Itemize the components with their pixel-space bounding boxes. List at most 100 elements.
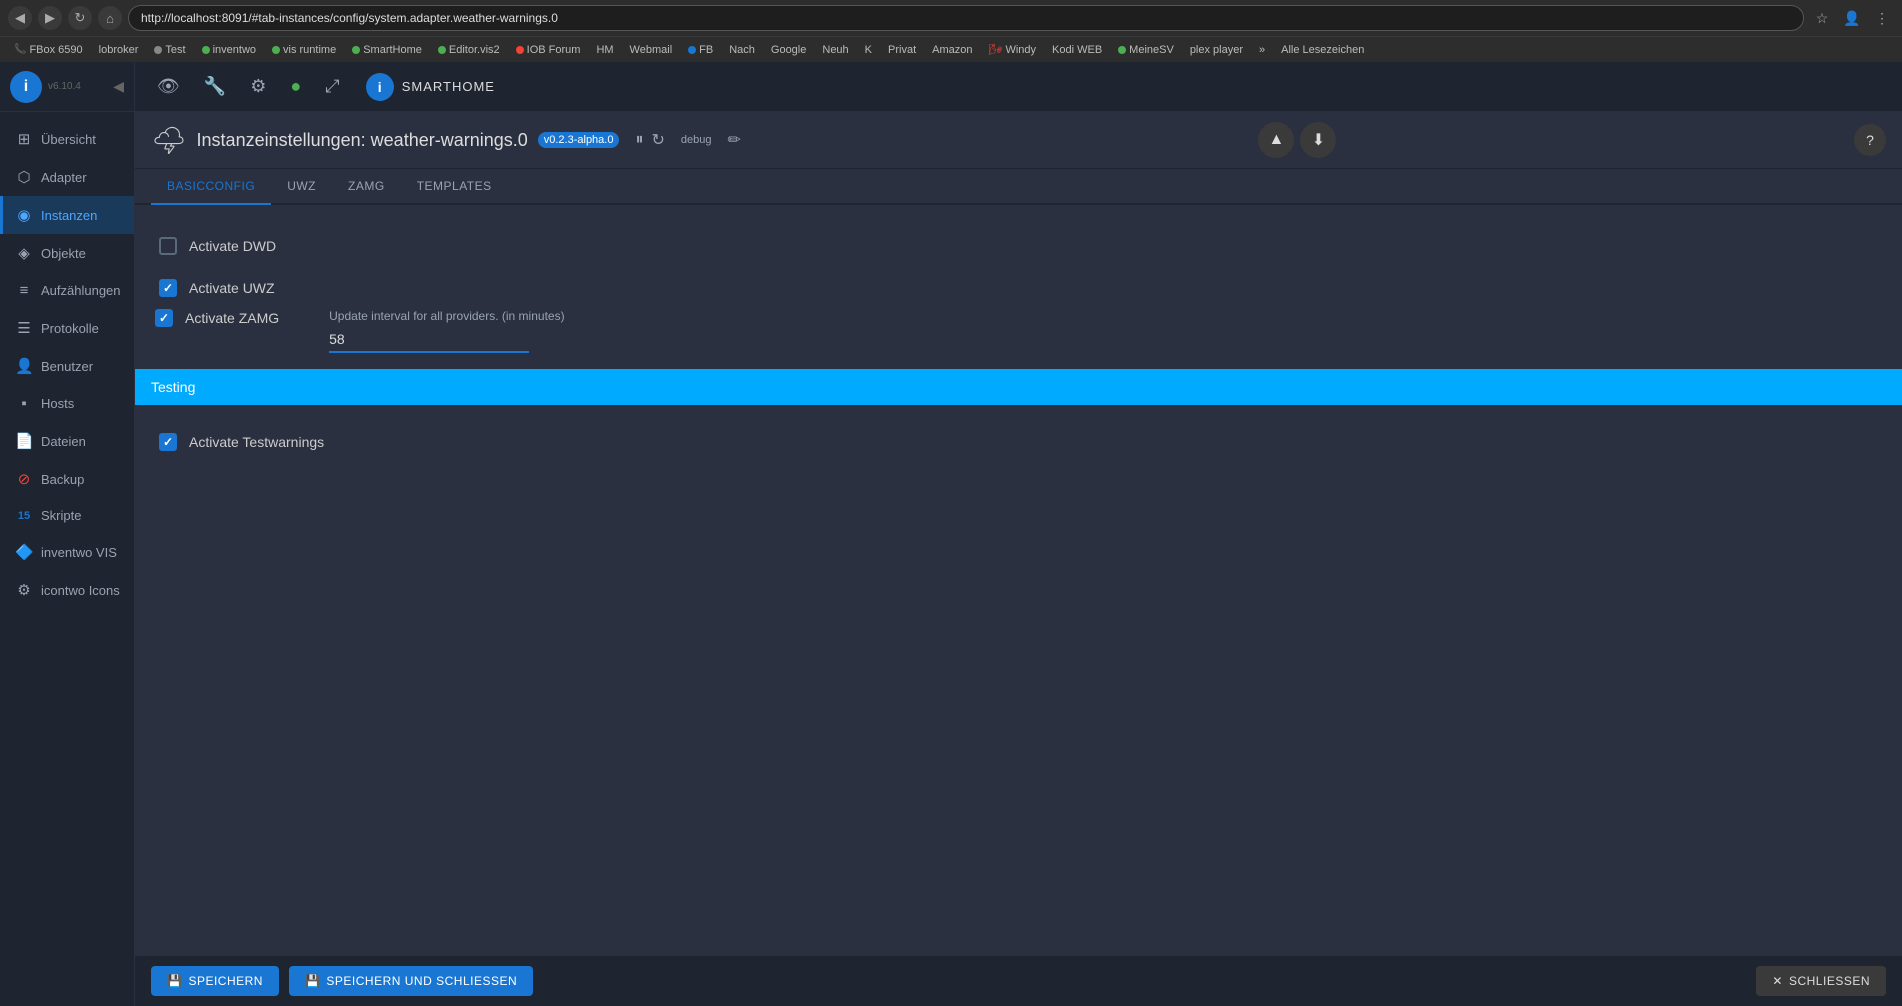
activate-zamg-checkbox[interactable] bbox=[155, 309, 173, 327]
tab-basicconfig[interactable]: BASICCONFIG bbox=[151, 169, 271, 205]
bookmark-inventwo[interactable]: inventwo bbox=[196, 42, 262, 58]
close-icon: ✕ bbox=[1772, 974, 1783, 988]
dateien-icon: 📄 bbox=[15, 432, 33, 450]
app-container: i v6.10.4 ◀ ⊞ Übersicht ⬡ Adapter ◉ Inst… bbox=[0, 62, 1902, 1006]
edit-button[interactable]: ✏ bbox=[727, 130, 740, 150]
sidebar-item-ubersicht[interactable]: ⊞ Übersicht bbox=[0, 120, 134, 158]
save-icon: 💾 bbox=[167, 974, 182, 988]
sidebar-item-icontwo-icons[interactable]: ⚙ icontwo Icons bbox=[0, 571, 134, 609]
bookmark-neuh[interactable]: Neuh bbox=[816, 42, 854, 58]
sidebar-version: v6.10.4 bbox=[48, 81, 81, 92]
sidebar-item-hosts[interactable]: ▪ Hosts bbox=[0, 385, 134, 422]
bookmark-more[interactable]: » bbox=[1253, 42, 1271, 58]
scroll-down-button[interactable]: ⬇ bbox=[1300, 122, 1336, 158]
bookmark-google[interactable]: Google bbox=[765, 42, 812, 58]
bookmark-iob-forum[interactable]: IOB Forum bbox=[510, 42, 587, 58]
instance-icon: 🌩 bbox=[151, 124, 187, 157]
activate-uwz-checkbox[interactable] bbox=[159, 279, 177, 297]
sidebar-item-label: Adapter bbox=[41, 170, 87, 185]
objekte-icon: ◈ bbox=[15, 244, 33, 262]
bookmark-nach[interactable]: Nach bbox=[723, 42, 761, 58]
save-close-button[interactable]: 💾 SPEICHERN UND SCHLIESSEN bbox=[289, 966, 533, 996]
bookmark-fb[interactable]: FB bbox=[682, 42, 719, 58]
bookmark-hm[interactable]: HM bbox=[590, 42, 619, 58]
instance-title: Instanzeinstellungen: weather-warnings.0 bbox=[197, 130, 528, 151]
brand-logo: i bbox=[366, 73, 394, 101]
help-button[interactable]: ? bbox=[1854, 124, 1886, 156]
browser-menu-btn[interactable]: ⋮ bbox=[1870, 6, 1894, 30]
refresh-button[interactable]: ↻ bbox=[651, 130, 664, 150]
bookmark-plex[interactable]: plex player bbox=[1184, 42, 1249, 58]
bookmark-test[interactable]: Test bbox=[148, 42, 191, 58]
activate-dwd-checkbox[interactable] bbox=[159, 237, 177, 255]
eye-button[interactable]: 👁 bbox=[151, 70, 186, 103]
nav-home-button[interactable]: ⌂ bbox=[98, 6, 122, 30]
bookmark-amazon[interactable]: Amazon bbox=[926, 42, 978, 58]
bookmark-webmail[interactable]: Webmail bbox=[624, 42, 679, 58]
update-interval-input[interactable] bbox=[329, 327, 529, 353]
sidebar-item-backup[interactable]: ⊘ Backup bbox=[0, 460, 134, 498]
sidebar-header: i v6.10.4 ◀ bbox=[0, 62, 134, 112]
sidebar-item-label: Übersicht bbox=[41, 132, 96, 147]
activate-testwarnings-checkbox[interactable] bbox=[159, 433, 177, 451]
icontwo-icon: ⚙ bbox=[15, 581, 33, 599]
sidebar-item-label: Aufzählungen bbox=[41, 283, 121, 298]
sidebar-collapse-button[interactable]: ◀ bbox=[113, 78, 124, 95]
bookmark-smarthome[interactable]: SmartHome bbox=[346, 42, 428, 58]
wrench-button[interactable]: 🔧 bbox=[198, 70, 232, 103]
bookmark-lobroker[interactable]: lobroker bbox=[93, 42, 145, 58]
brand-name: SMARTHOME bbox=[402, 79, 495, 94]
green-button[interactable]: ● bbox=[284, 70, 307, 103]
bookmark-k[interactable]: K bbox=[859, 42, 878, 58]
sidebar-logo: i bbox=[10, 71, 42, 103]
sidebar-item-adapter[interactable]: ⬡ Adapter bbox=[0, 158, 134, 196]
nav-refresh-button[interactable]: ↻ bbox=[68, 6, 92, 30]
url-bar[interactable]: http://localhost:8091/#tab-instances/con… bbox=[128, 5, 1804, 31]
gear-button[interactable]: ⚙ bbox=[244, 70, 272, 103]
url-text: http://localhost:8091/#tab-instances/con… bbox=[141, 11, 558, 25]
sidebar-item-label: Instanzen bbox=[41, 208, 97, 223]
testing-section-header[interactable]: Testing bbox=[135, 369, 1902, 405]
sidebar-item-dateien[interactable]: 📄 Dateien bbox=[0, 422, 134, 460]
bookmark-meine-sv[interactable]: MeineSV bbox=[1112, 42, 1180, 58]
tab-templates[interactable]: TEMPLATES bbox=[401, 169, 508, 205]
bookmark-windy[interactable]: 🌬 Windy bbox=[983, 41, 1043, 58]
sidebar-item-label: Skripte bbox=[41, 508, 81, 523]
top-toolbar: 👁 🔧 ⚙ ● ⤢ i SMARTHOME bbox=[135, 62, 1902, 112]
sidebar: i v6.10.4 ◀ ⊞ Übersicht ⬡ Adapter ◉ Inst… bbox=[0, 62, 135, 1006]
bookmark-alle[interactable]: Alle Lesezeichen bbox=[1275, 42, 1370, 58]
bookmark-editor-vis2[interactable]: Editor.vis2 bbox=[432, 42, 506, 58]
save-label: SPEICHERN bbox=[188, 974, 263, 988]
sidebar-item-inventwo-vis[interactable]: 🔷 inventwo VIS bbox=[0, 533, 134, 571]
sidebar-item-aufzahlungen[interactable]: ≡ Aufzählungen bbox=[0, 272, 134, 309]
close-button[interactable]: ✕ SCHLIESSEN bbox=[1756, 966, 1886, 996]
expand-button[interactable]: ⤢ bbox=[319, 70, 345, 103]
bookmark-fbox[interactable]: 📞 FBox 6590 bbox=[8, 42, 89, 58]
tab-zamg[interactable]: ZAMG bbox=[332, 169, 401, 205]
instance-header: 🌩 Instanzeinstellungen: weather-warnings… bbox=[135, 112, 1902, 169]
bookmark-privat[interactable]: Privat bbox=[882, 42, 922, 58]
config-body: Activate DWD Activate UWZ Activate ZAMG … bbox=[135, 205, 1902, 955]
nav-forward-button[interactable]: ▶ bbox=[38, 6, 62, 30]
browser-user-btn[interactable]: 👤 bbox=[1840, 6, 1864, 30]
sidebar-item-instanzen[interactable]: ◉ Instanzen bbox=[0, 196, 134, 234]
pause-button[interactable]: ⏸ bbox=[635, 131, 643, 149]
instance-version-badge: v0.2.3-alpha.0 bbox=[538, 132, 620, 148]
grid-icon: ⊞ bbox=[15, 130, 33, 148]
nav-back-button[interactable]: ◀ bbox=[8, 6, 32, 30]
tab-uwz[interactable]: UWZ bbox=[271, 169, 332, 205]
bookmark-vis-runtime[interactable]: vis runtime bbox=[266, 42, 342, 58]
save-close-label: SPEICHERN UND SCHLIESSEN bbox=[326, 974, 517, 988]
sidebar-item-protokolle[interactable]: ☰ Protokolle bbox=[0, 309, 134, 347]
sidebar-item-skripte[interactable]: 15 Skripte bbox=[0, 498, 134, 533]
benutzer-icon: 👤 bbox=[15, 357, 33, 375]
main-content: 👁 🔧 ⚙ ● ⤢ i SMARTHOME 🌩 Instanzeinstellu… bbox=[135, 62, 1902, 1006]
sidebar-item-objekte[interactable]: ◈ Objekte bbox=[0, 234, 134, 272]
close-label: SCHLIESSEN bbox=[1789, 974, 1870, 988]
save-button[interactable]: 💾 SPEICHERN bbox=[151, 966, 279, 996]
bookmark-kodi[interactable]: Kodi WEB bbox=[1046, 42, 1108, 58]
hosts-icon: ▪ bbox=[15, 395, 33, 412]
browser-bookmark-btn[interactable]: ☆ bbox=[1810, 6, 1834, 30]
scroll-up-button[interactable]: ▲ bbox=[1258, 122, 1294, 158]
sidebar-item-benutzer[interactable]: 👤 Benutzer bbox=[0, 347, 134, 385]
